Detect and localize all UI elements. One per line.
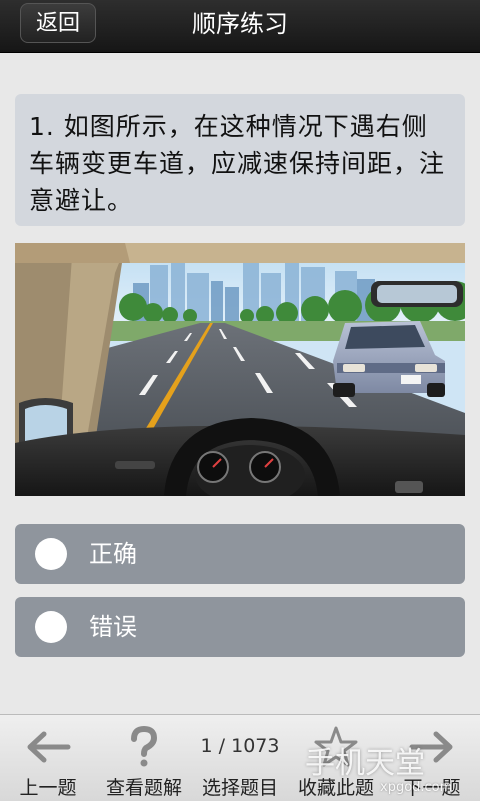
question-image (15, 243, 465, 496)
question-mark-icon (96, 725, 192, 769)
title-bar: 返回 顺序练习 (0, 0, 480, 53)
question-text: 1. 如图所示，在这种情况下遇右侧车辆变更车道，应减速保持间距，注意避让。 (15, 94, 465, 226)
prev-question-label: 上一题 (19, 777, 77, 799)
option-label: 错误 (89, 613, 137, 641)
page-title: 顺序练习 (192, 10, 288, 38)
radio-button[interactable] (35, 611, 67, 643)
view-explanation-label: 查看题解 (105, 777, 182, 799)
select-question-label: 选择题目 (201, 777, 278, 799)
watermark-text: 手机天堂 (305, 746, 425, 781)
arrow-left-icon (0, 725, 96, 769)
question-counter: 1 / 1073 (200, 735, 280, 757)
option-correct[interactable]: 正确 (15, 524, 465, 584)
option-wrong[interactable]: 错误 (15, 597, 465, 657)
prev-question-button[interactable]: 上一题 (0, 715, 96, 801)
select-question-button[interactable]: 1 / 1073 选择题目 (192, 715, 288, 801)
view-explanation-button[interactable]: 查看题解 (96, 715, 192, 801)
watermark-url: xpgod.com (380, 780, 453, 795)
radio-button[interactable] (35, 538, 67, 570)
option-label: 正确 (89, 540, 137, 568)
